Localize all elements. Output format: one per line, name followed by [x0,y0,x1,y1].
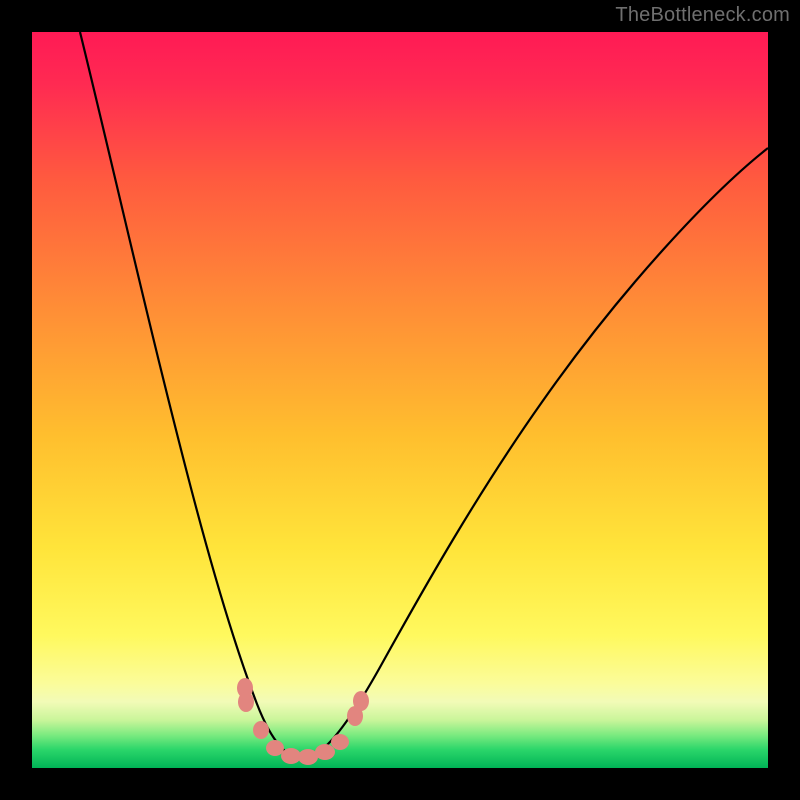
marker-dot [253,721,269,739]
marker-dot [353,691,369,711]
marker-dot [315,744,335,760]
marker-dot [298,749,318,765]
plot-area [32,32,768,768]
marker-dot [238,692,254,712]
plot-svg [32,32,768,768]
watermark-text: TheBottleneck.com [615,4,790,27]
marker-dot [331,734,349,750]
gradient-background [32,32,768,768]
marker-dot [281,748,301,764]
marker-dot [266,740,284,756]
chart-frame: TheBottleneck.com [0,0,800,800]
